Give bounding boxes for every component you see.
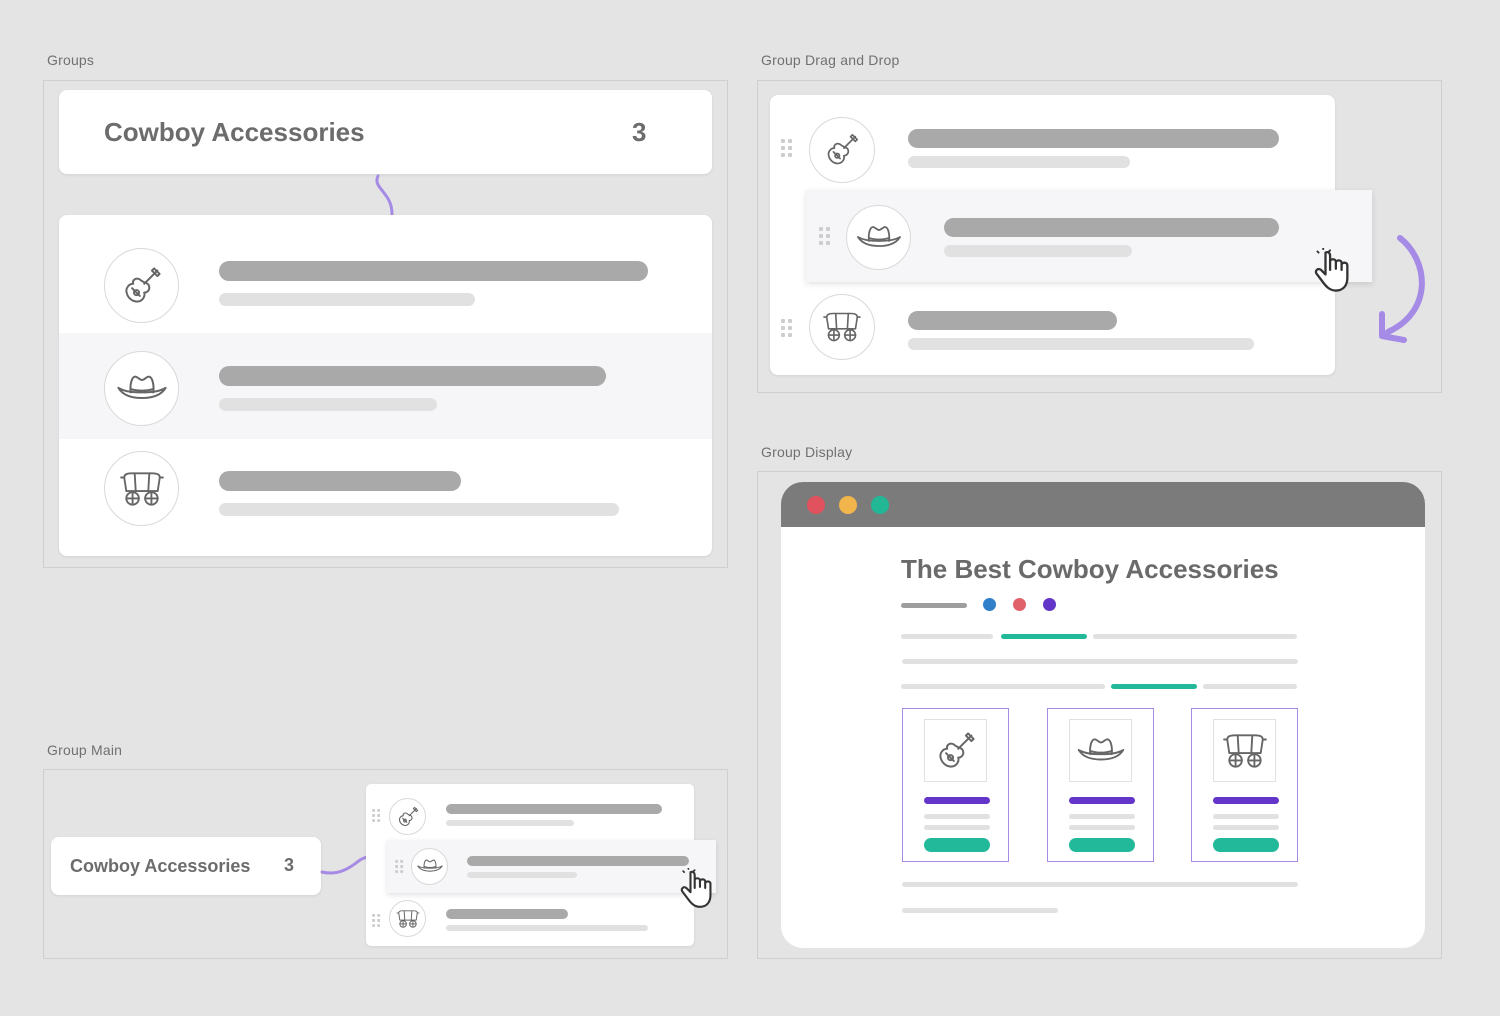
drag-handle-icon[interactable] [781, 139, 793, 157]
window-close-button[interactable] [807, 496, 825, 514]
group-count: 3 [284, 855, 295, 875]
text-line [901, 634, 993, 639]
list-item[interactable] [59, 215, 712, 333]
buy-button[interactable] [1069, 838, 1135, 852]
meta-line [901, 603, 967, 608]
main-panel-label: Group Main [47, 742, 123, 758]
group-header-card[interactable]: Cowboy Accessories 3 [59, 90, 712, 174]
cowboy-hat-icon [1069, 719, 1132, 782]
buy-button[interactable] [1213, 838, 1279, 852]
product-card[interactable] [902, 708, 1009, 862]
product-name-placeholder [1213, 797, 1279, 804]
product-card[interactable] [1191, 708, 1298, 862]
text-line [902, 659, 1298, 664]
text-line [1203, 684, 1297, 689]
guitar-icon [924, 719, 987, 782]
item-title-placeholder [467, 856, 689, 866]
group-count: 3 [632, 117, 647, 147]
reorder-arrow-icon [1379, 235, 1425, 343]
connector-line [375, 174, 394, 216]
product-name-placeholder [1069, 797, 1135, 804]
product-text-placeholder [1213, 825, 1279, 830]
product-text-placeholder [1213, 814, 1279, 819]
group-items-card [59, 215, 712, 556]
product-text-placeholder [924, 814, 990, 819]
list-item[interactable] [366, 784, 694, 840]
guitar-icon [389, 798, 426, 835]
page-title: The Best Cowboy Accessories [901, 554, 1279, 584]
item-title-placeholder [446, 909, 568, 919]
text-link[interactable] [1001, 634, 1087, 639]
item-title-placeholder [219, 366, 606, 386]
window-minimize-button[interactable] [839, 496, 857, 514]
covered-wagon-icon [389, 900, 426, 937]
covered-wagon-icon [104, 451, 179, 526]
list-item[interactable] [59, 439, 712, 556]
meta-dot [1013, 598, 1026, 611]
item-title-placeholder [219, 471, 461, 491]
dragged-list-item[interactable] [806, 190, 1372, 282]
item-title-placeholder [944, 218, 1279, 237]
drag-handle-icon[interactable] [395, 860, 404, 873]
item-title-placeholder [446, 804, 662, 814]
groups-panel-label: Groups [47, 52, 95, 68]
product-name-placeholder [924, 797, 990, 804]
hand-cursor-icon [1314, 248, 1360, 294]
product-text-placeholder [1069, 814, 1135, 819]
item-subtitle-placeholder [467, 872, 577, 878]
drag-handle-icon[interactable] [781, 319, 793, 337]
text-line [901, 684, 1105, 689]
guitar-icon [104, 248, 179, 323]
text-line [1093, 634, 1297, 639]
list-item[interactable] [770, 95, 1335, 195]
text-link[interactable] [1111, 684, 1197, 689]
meta-dot [983, 598, 996, 611]
meta-dot [1043, 598, 1056, 611]
drag-handle-icon[interactable] [819, 227, 831, 245]
buy-button[interactable] [924, 838, 990, 852]
drag-handle-icon[interactable] [372, 914, 381, 927]
display-panel-label: Group Display [761, 444, 853, 460]
group-header-card-small[interactable]: Cowboy Accessories 3 [51, 837, 321, 895]
list-item-hovered[interactable] [59, 333, 712, 439]
item-subtitle-placeholder [446, 925, 648, 931]
list-item[interactable] [366, 896, 694, 946]
text-line [902, 908, 1058, 913]
item-title-placeholder [908, 311, 1117, 330]
cowboy-hat-icon [846, 205, 911, 270]
group-title: Cowboy Accessories [70, 856, 251, 876]
group-title: Cowboy Accessories [104, 117, 365, 147]
item-subtitle-placeholder [219, 293, 475, 306]
product-card[interactable] [1047, 708, 1154, 862]
drag-handle-icon[interactable] [372, 809, 381, 822]
list-item[interactable] [770, 285, 1335, 375]
cowboy-hat-icon [411, 848, 448, 885]
item-title-placeholder [219, 261, 648, 281]
drag-drop-panel-label: Group Drag and Drop [761, 52, 900, 68]
dragged-list-item[interactable] [387, 840, 716, 893]
text-line [902, 882, 1298, 887]
item-subtitle-placeholder [908, 338, 1254, 350]
covered-wagon-icon [809, 294, 875, 360]
item-subtitle-placeholder [219, 503, 619, 516]
window-maximize-button[interactable] [871, 496, 889, 514]
item-subtitle-placeholder [944, 245, 1132, 257]
item-subtitle-placeholder [219, 398, 437, 411]
product-text-placeholder [1069, 825, 1135, 830]
browser-window: The Best Cowboy Accessories [781, 482, 1425, 948]
cowboy-hat-icon [104, 351, 179, 426]
hand-cursor-icon [680, 868, 722, 910]
product-text-placeholder [924, 825, 990, 830]
item-subtitle-placeholder [446, 820, 574, 826]
browser-titlebar [781, 482, 1425, 527]
item-subtitle-placeholder [908, 156, 1130, 168]
covered-wagon-icon [1213, 719, 1276, 782]
item-title-placeholder [908, 129, 1279, 148]
guitar-icon [809, 117, 875, 183]
